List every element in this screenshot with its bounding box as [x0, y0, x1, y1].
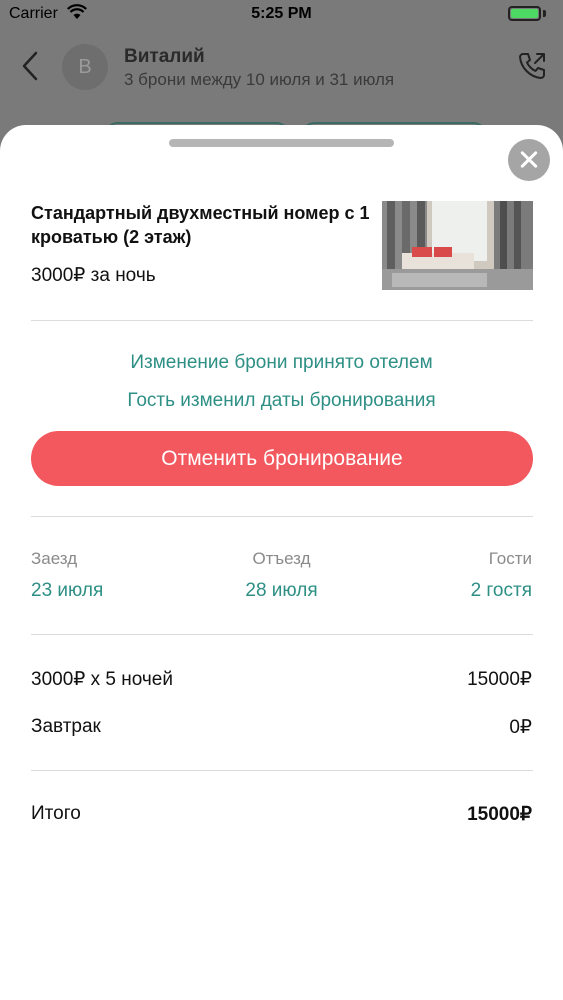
contact-name: Виталий	[124, 46, 205, 67]
booking-dates-changed-status: Гость изменил даты бронирования	[127, 390, 436, 411]
booking-sheet: Стандартный двухместный номер с 1 кроват…	[0, 125, 563, 1000]
nights-label: 3000₽ x 5 ночей	[31, 669, 173, 690]
divider	[31, 320, 533, 321]
room-price: 3000₽ за ночь	[31, 265, 156, 286]
avatar[interactable]: В	[62, 44, 108, 90]
guests-value: 2 гостя	[470, 580, 532, 601]
contact-subtitle: 3 брони между 10 июля и 31 июля	[124, 70, 395, 89]
total-value: 15000₽	[467, 804, 532, 825]
cancel-booking-button[interactable]: Отменить бронирование	[31, 431, 533, 486]
back-chevron-icon[interactable]	[18, 50, 42, 82]
phone-icon[interactable]	[516, 50, 548, 82]
battery-icon	[508, 6, 541, 21]
guests-label: Гости	[488, 549, 532, 568]
status-bar: Carrier 5:25 PM	[0, 0, 563, 30]
clock: 5:25 PM	[251, 5, 312, 22]
divider	[31, 634, 533, 635]
nights-value: 15000₽	[467, 669, 532, 690]
room-title: Стандартный двухместный номер с 1 кроват…	[31, 203, 370, 247]
room-photo	[382, 201, 533, 290]
breakfast-label: Завтрак	[31, 716, 101, 737]
total-label: Итого	[31, 803, 81, 824]
divider	[31, 516, 533, 517]
chat-header: В Виталий 3 брони между 10 июля и 31 июл…	[0, 30, 563, 110]
close-icon[interactable]	[508, 139, 550, 181]
checkout-label: Отъезд	[252, 549, 311, 568]
booking-change-status: Изменение брони принято отелем	[130, 352, 433, 373]
divider	[31, 770, 533, 771]
breakfast-value: 0₽	[509, 717, 532, 738]
battery-tip	[543, 10, 546, 17]
sheet-grabber[interactable]	[169, 139, 394, 147]
